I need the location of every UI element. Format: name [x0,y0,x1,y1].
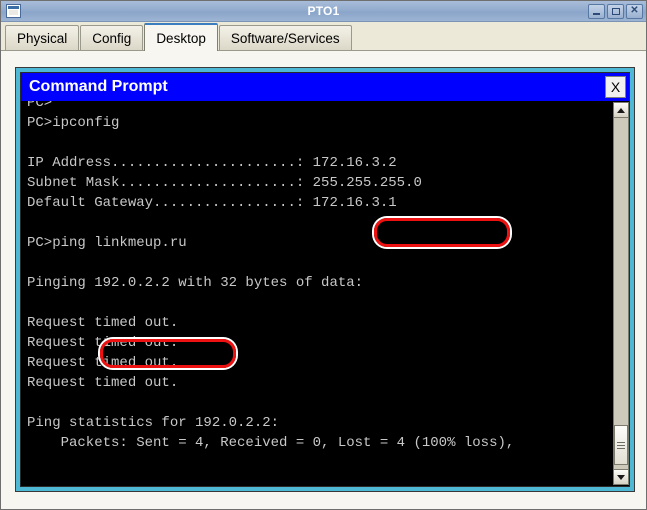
command-prompt-panel: Command Prompt X PC> PC>ipconfig IP Addre… [15,67,635,492]
command-prompt-close-label: X [610,79,621,95]
scroll-down-icon [616,474,625,480]
terminal-scrollbar[interactable] [612,101,629,486]
scrollbar-thumb[interactable] [613,425,628,465]
close-button[interactable]: ✕ [626,3,643,19]
scroll-down-button[interactable] [612,469,629,485]
terminal-line: Subnet Mask.....................: 255.25… [27,175,422,191]
scroll-up-button[interactable] [612,102,629,118]
tab-config[interactable]: Config [80,25,144,50]
tab-strip: Physical Config Desktop Software/Service… [1,22,646,51]
terminal-line: Ping statistics for 192.0.2.2: [27,415,280,431]
scrollbar-grip-icon [616,441,625,449]
terminal-line: PC> [27,101,53,111]
command-prompt-title: Command Prompt [29,78,168,95]
terminal-line: Pinging 192.0.2.2 with 32 bytes of data: [27,275,364,291]
tab-software-services-label: Software/Services [230,30,340,46]
terminal-line: Request timed out. [27,375,179,391]
terminal-line: Request timed out. [27,355,179,371]
window-icon[interactable] [6,4,21,18]
terminal-line: Packets: Sent = 4, Received = 0, Lost = … [27,435,515,451]
minimize-button[interactable] [588,3,605,19]
maximize-icon [611,7,620,15]
tab-software-services[interactable]: Software/Services [218,25,352,50]
tab-desktop-label: Desktop [156,30,206,46]
window-title: PTO1 [307,4,340,18]
command-prompt-inner: Command Prompt X PC> PC>ipconfig IP Addre… [20,72,630,487]
close-icon: ✕ [630,5,639,16]
tab-physical-label: Physical [17,30,68,46]
scrollbar-track[interactable] [612,118,629,469]
terminal-line: Request timed out. [27,315,179,331]
terminal-line: Default Gateway.................: 172.16… [27,195,397,211]
window-controls: ✕ [588,3,643,19]
terminal-line: Request timed out. [27,335,179,351]
scroll-up-icon [616,107,625,113]
terminal-line: IP Address......................: 172.16… [27,155,397,171]
application-window: PTO1 ✕ Physical Config Desktop Software/… [0,0,647,510]
tab-physical[interactable]: Physical [5,25,80,50]
terminal-line-list: PC> PC>ipconfig IP Address...............… [27,101,612,453]
command-prompt-title-bar: Command Prompt X [21,73,629,101]
tab-desktop[interactable]: Desktop [144,23,218,51]
maximize-button[interactable] [607,3,624,19]
tab-config-label: Config [92,30,132,46]
terminal-line: PC>ping linkmeup.ru [27,235,187,251]
minimize-icon [593,12,600,15]
terminal-output[interactable]: PC> PC>ipconfig IP Address...............… [21,101,612,486]
terminal-line: PC>ipconfig [27,115,120,131]
window-title-bar[interactable]: PTO1 ✕ [1,1,646,22]
command-prompt-close-button[interactable]: X [605,76,626,98]
terminal-wrap: PC> PC>ipconfig IP Address...............… [21,101,629,486]
